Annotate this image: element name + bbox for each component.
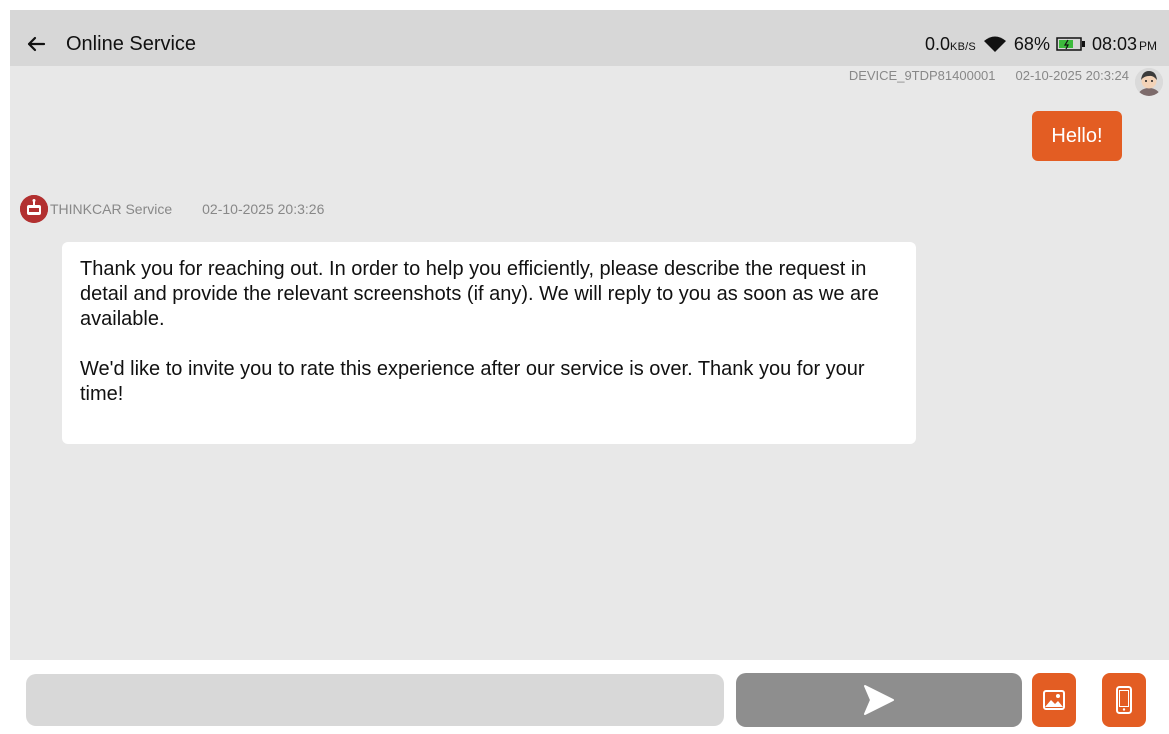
- wifi-icon: [982, 34, 1008, 54]
- back-arrow-icon[interactable]: [25, 33, 47, 55]
- outgoing-message-bubble: Hello!: [1032, 111, 1122, 161]
- message-input[interactable]: [26, 674, 724, 726]
- incoming-meta: THINKCAR Service 02-10-2025 20:3:26: [20, 195, 324, 223]
- device-button[interactable]: [1102, 673, 1146, 727]
- image-icon: [1043, 690, 1065, 710]
- battery-percent: 68%: [1013, 33, 1050, 54]
- battery-icon: [1056, 36, 1086, 52]
- clock: 08:03 PM: [1091, 33, 1157, 54]
- incoming-sender: THINKCAR Service: [50, 201, 173, 217]
- incoming-message-bubble: Thank you for reaching out. In order to …: [62, 242, 916, 444]
- phone-icon: [1116, 686, 1132, 714]
- message-paragraph: We'd like to invite you to rate this exp…: [80, 358, 865, 405]
- composer-bar: [10, 660, 1169, 734]
- page-title: Online Service: [66, 33, 197, 55]
- outgoing-timestamp: 02-10-2025 20:3:24: [1015, 67, 1129, 83]
- send-button[interactable]: [736, 673, 1022, 727]
- outgoing-meta: DEVICE_9TDP81400001 02-10-2025 20:3:24: [849, 66, 1129, 84]
- incoming-timestamp: 02-10-2025 20:3:26: [202, 201, 325, 217]
- network-speed: 0.0KB/S: [925, 33, 976, 54]
- user-avatar: [1135, 68, 1163, 96]
- robot-icon: [20, 195, 48, 223]
- image-button[interactable]: [1032, 673, 1076, 727]
- top-bar: Online Service 0.0KB/S 68% 08:03 PM: [10, 10, 1169, 66]
- chat-area[interactable]: DEVICE_9TDP81400001 02-10-2025 20:3:24 H…: [10, 66, 1169, 660]
- outgoing-sender: DEVICE_9TDP81400001: [848, 67, 996, 83]
- message-paragraph: Thank you for reaching out. In order to …: [80, 258, 879, 330]
- app-frame: Online Service 0.0KB/S 68% 08:03 PM DEVI…: [0, 0, 1169, 734]
- send-icon: [864, 685, 894, 715]
- status-bar: 0.0KB/S 68% 08:03 PM: [925, 32, 1157, 56]
